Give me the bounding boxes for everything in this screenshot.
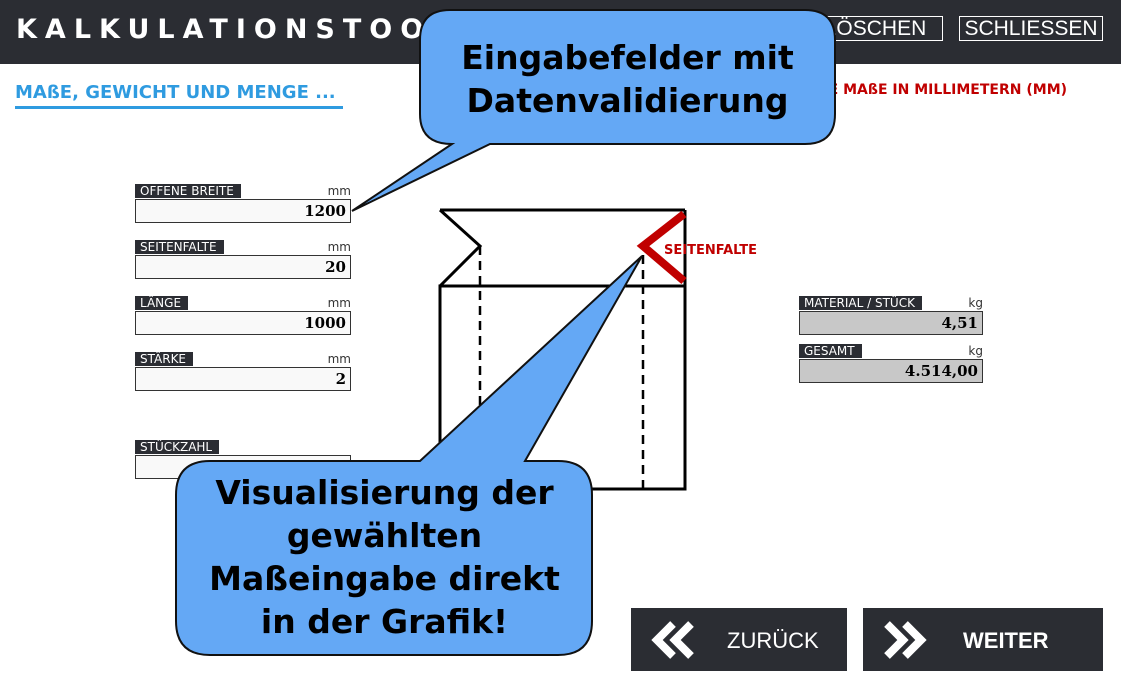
double-chevron-right-icon bbox=[884, 621, 927, 659]
next-label: WEITER bbox=[963, 628, 1049, 653]
bottom-callout-text: Visualisierung der gewählten Maßeingabe … bbox=[209, 473, 560, 641]
top-callout-text: Eingabefelder mit Datenvalidierung bbox=[461, 38, 794, 120]
back-label: ZURÜCK bbox=[727, 628, 819, 653]
double-chevron-left-icon bbox=[651, 621, 694, 659]
back-button[interactable]: ZURÜCK bbox=[631, 608, 847, 671]
bag-left-gusset bbox=[438, 208, 483, 288]
next-button[interactable]: WEITER bbox=[863, 608, 1103, 671]
side-gusset-graphic-label: SEITENFALTE bbox=[664, 243, 757, 258]
